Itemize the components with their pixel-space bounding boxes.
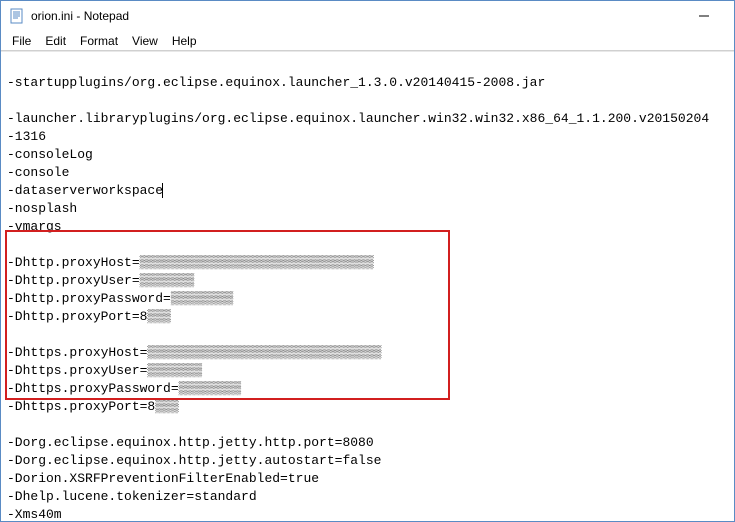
text-line: -Dhttps.proxyUser=▒▒▒▒▒▒▒ [7, 362, 728, 380]
text-line: -Dhttp.proxyPassword=▒▒▒▒▒▒▒▒ [7, 290, 728, 308]
text-line [7, 416, 728, 434]
text-line: -Dhttp.proxyUser=▒▒▒▒▒▒▒ [7, 272, 728, 290]
text-line: -Dorion.XSRFPreventionFilterEnabled=true [7, 470, 728, 488]
text-editor-area[interactable]: -startupplugins/org.eclipse.equinox.laun… [1, 51, 734, 521]
window-controls [681, 1, 726, 31]
text-line [7, 236, 728, 254]
text-line: -Dhttps.proxyPassword=▒▒▒▒▒▒▒▒ [7, 380, 728, 398]
menu-help[interactable]: Help [165, 32, 204, 50]
text-line: -startupplugins/org.eclipse.equinox.laun… [7, 74, 728, 92]
text-line: -Dhelp.lucene.tokenizer=standard [7, 488, 728, 506]
text-line: -consoleLog [7, 146, 728, 164]
text-line: -Dorg.eclipse.equinox.http.jetty.autosta… [7, 452, 728, 470]
menu-edit[interactable]: Edit [38, 32, 73, 50]
menu-file[interactable]: File [5, 32, 38, 50]
text-line: -Dhttps.proxyHost=▒▒▒▒▒▒▒▒▒▒▒▒▒▒▒▒▒▒▒▒▒▒… [7, 344, 728, 362]
text-line: -1316 [7, 128, 728, 146]
text-line [7, 92, 728, 110]
menubar: File Edit Format View Help [1, 31, 734, 51]
text-line: -dataserverworkspace [7, 182, 728, 200]
notepad-icon [9, 8, 25, 24]
text-line: -vmargs [7, 218, 728, 236]
menu-format[interactable]: Format [73, 32, 125, 50]
text-line: -Xms40m [7, 506, 728, 521]
text-line: -Dhttp.proxyHost=▒▒▒▒▒▒▒▒▒▒▒▒▒▒▒▒▒▒▒▒▒▒▒… [7, 254, 728, 272]
text-line [7, 326, 728, 344]
text-line: -launcher.libraryplugins/org.eclipse.equ… [7, 110, 728, 128]
menu-view[interactable]: View [125, 32, 165, 50]
window-title: orion.ini - Notepad [31, 9, 681, 23]
titlebar: orion.ini - Notepad [1, 1, 734, 31]
minimize-button[interactable] [681, 1, 726, 31]
text-line: -Dorg.eclipse.equinox.http.jetty.http.po… [7, 434, 728, 452]
text-line: -console [7, 164, 728, 182]
text-line: -Dhttp.proxyPort=8▒▒▒ [7, 308, 728, 326]
text-line: -Dhttps.proxyPort=8▒▒▒ [7, 398, 728, 416]
text-cursor [162, 183, 163, 198]
text-line: -nosplash [7, 200, 728, 218]
